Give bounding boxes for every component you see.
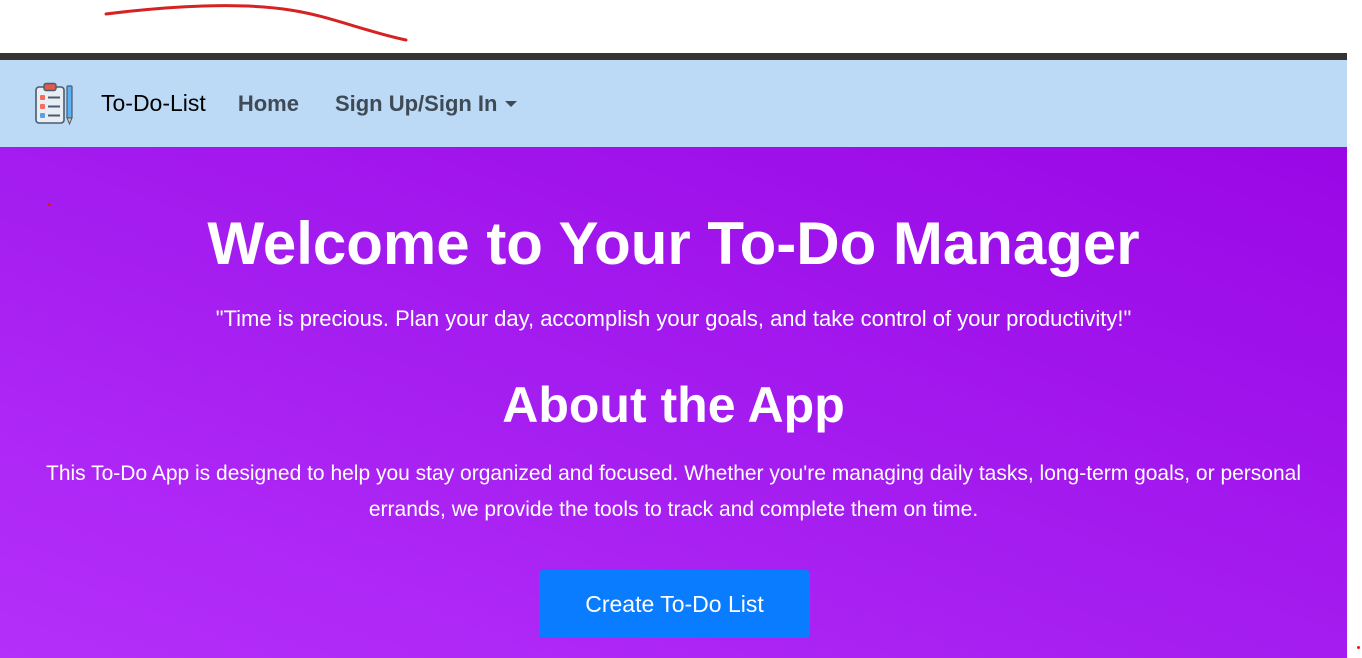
nav-link-home-label: Home <box>237 90 299 116</box>
nav-dropdown-label: Sign Up/Sign In <box>334 90 498 116</box>
app-window: To-Do-List Home Sign Up/Sign In Welcome … <box>0 53 1347 658</box>
hero-quote: "Time is precious. Plan your day, accomp… <box>215 306 1132 331</box>
nav-link-home[interactable]: Home <box>238 91 299 117</box>
red-annotation-dot <box>1357 646 1360 649</box>
about-title: About the App <box>502 377 845 433</box>
hero-section: Welcome to Your To-Do Manager "Time is p… <box>0 147 1347 658</box>
navbar: To-Do-List Home Sign Up/Sign In <box>0 60 1347 147</box>
caret-down-icon <box>505 101 518 107</box>
brand-name: To-Do-List <box>101 90 206 116</box>
hero-title: Welcome to Your To-Do Manager <box>207 210 1140 277</box>
screenshot-page: To-Do-List Home Sign Up/Sign In Welcome … <box>0 0 1362 658</box>
red-annotation-dot <box>48 203 51 206</box>
create-todo-list-button[interactable]: Create To-Do List <box>539 570 810 638</box>
brand[interactable]: To-Do-List <box>34 82 206 126</box>
about-text: This To-Do App is designed to help you s… <box>46 462 1301 521</box>
nav-dropdown-signup-signin[interactable]: Sign Up/Sign In <box>335 91 518 117</box>
clipboard-checklist-icon <box>34 82 76 126</box>
